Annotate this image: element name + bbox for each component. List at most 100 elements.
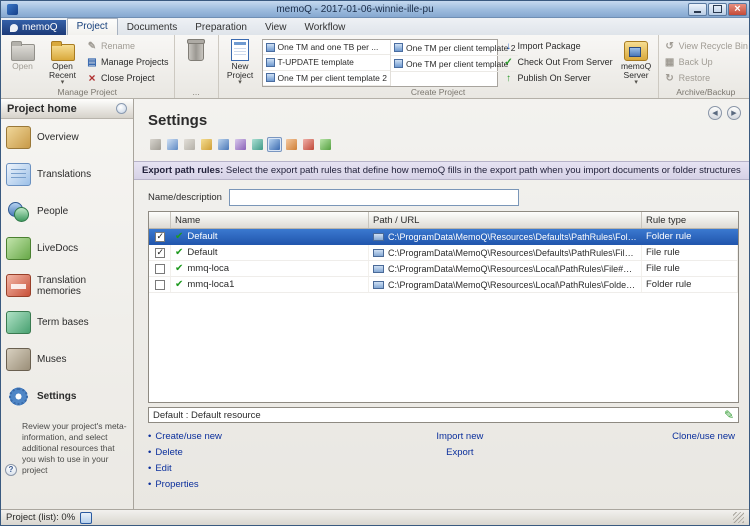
nav-back-button[interactable]: ◀ xyxy=(708,106,722,120)
table-row[interactable]: mmq-loca1 C:\ProgramData\MemoQ\Resources… xyxy=(149,277,738,293)
resource-category-icon-6[interactable] xyxy=(233,137,248,152)
pin-icon[interactable] xyxy=(116,103,127,114)
sidebar-item-people[interactable]: People xyxy=(1,193,133,230)
muses-icon xyxy=(6,348,31,371)
header-checkbox-column[interactable] xyxy=(149,212,171,228)
page-title: Settings xyxy=(148,112,749,129)
back-up-button[interactable]: Back Up xyxy=(662,55,750,69)
sidebar-item-livedocs[interactable]: LiveDocs xyxy=(1,230,133,267)
sidebar-item-settings[interactable]: Settings xyxy=(1,378,133,415)
tab-workflow[interactable]: Workflow xyxy=(295,20,354,35)
resource-category-icon-4[interactable] xyxy=(199,137,214,152)
table-row[interactable]: Default C:\ProgramData\MemoQ\Resources\D… xyxy=(149,229,738,245)
header-name[interactable]: Name xyxy=(171,212,369,228)
sidebar-item-term-bases[interactable]: Term bases xyxy=(1,304,133,341)
memoq-app-icon xyxy=(7,4,18,15)
valid-resource-icon xyxy=(175,231,187,242)
maximize-button[interactable] xyxy=(708,3,727,16)
minimize-button[interactable] xyxy=(688,3,707,16)
close-button[interactable] xyxy=(728,3,747,16)
name-description-filter-input[interactable] xyxy=(229,189,519,206)
project-template-list: One TM and one TB per ... T-UPDATE templ… xyxy=(262,39,498,87)
import-package-button[interactable]: Import Package xyxy=(501,39,615,53)
edit-link[interactable]: Edit xyxy=(148,463,368,474)
valid-resource-icon xyxy=(175,263,187,274)
nav-forward-button[interactable]: ▶ xyxy=(727,106,741,120)
titlebar: memoQ - 2017-01-06-winnie-ille-pu xyxy=(1,1,749,18)
manage-projects-button[interactable]: Manage Projects xyxy=(84,55,171,69)
sidebar-item-translations[interactable]: Translations xyxy=(1,156,133,193)
header-rule-type[interactable]: Rule type xyxy=(642,212,738,228)
restore-button[interactable]: Restore xyxy=(662,71,750,85)
tab-project[interactable]: Project xyxy=(67,18,118,35)
translations-icon xyxy=(6,163,31,186)
new-project-button[interactable]: New Project xyxy=(222,36,259,87)
row-checkbox[interactable] xyxy=(155,248,165,258)
resource-category-icon-9[interactable] xyxy=(284,137,299,152)
language-terminal-icon[interactable] xyxy=(80,512,92,524)
header-path-url[interactable]: Path / URL xyxy=(369,212,642,228)
template-item[interactable]: One TM per client template 2 xyxy=(391,40,518,56)
memoq-server-button[interactable]: memoQ Server xyxy=(618,36,655,87)
export-link[interactable]: Export xyxy=(446,447,473,458)
row-checkbox[interactable] xyxy=(155,232,165,242)
tab-documents[interactable]: Documents xyxy=(118,20,187,35)
close-project-button[interactable]: Close Project xyxy=(84,71,171,85)
table-row[interactable]: mmq-loca C:\ProgramData\MemoQ\Resources\… xyxy=(149,261,738,277)
check-out-icon xyxy=(503,56,515,68)
tab-preparation[interactable]: Preparation xyxy=(186,20,256,35)
recycle-bin-icon xyxy=(664,40,676,52)
resource-category-icon-7[interactable] xyxy=(250,137,265,152)
main-area: Project home Overview Translations Peopl… xyxy=(1,99,749,509)
memoq-logo-icon xyxy=(10,24,18,32)
open-button[interactable]: Open xyxy=(4,36,41,87)
resource-category-icon-1[interactable] xyxy=(148,137,163,152)
resource-category-icon-export-path-rules[interactable] xyxy=(267,137,282,152)
row-checkbox[interactable] xyxy=(155,264,165,274)
group-trash: ... xyxy=(175,35,219,98)
resource-category-icon-10[interactable] xyxy=(301,137,316,152)
resource-category-icon-5[interactable] xyxy=(216,137,231,152)
sidebar-item-muses[interactable]: Muses xyxy=(1,341,133,378)
help-icon[interactable]: ? xyxy=(5,464,17,476)
filter-row: Name/description xyxy=(148,189,749,206)
import-new-link[interactable]: Import new xyxy=(436,431,483,442)
translation-memories-icon xyxy=(6,274,31,297)
rename-button[interactable]: Rename xyxy=(84,39,171,53)
local-resource-icon xyxy=(373,281,384,289)
import-package-icon xyxy=(503,40,515,52)
resource-category-icon-2[interactable] xyxy=(165,137,180,152)
template-item[interactable]: One TM and one TB per ... xyxy=(263,40,390,55)
template-icon xyxy=(266,73,275,82)
view-recycle-bin-button[interactable]: View Recycle Bin xyxy=(662,39,750,53)
check-out-from-server-button[interactable]: Check Out From Server xyxy=(501,55,615,69)
tab-view[interactable]: View xyxy=(256,20,296,35)
template-icon xyxy=(394,59,403,68)
trash-icon xyxy=(188,42,204,61)
template-item[interactable]: T-UPDATE template xyxy=(263,55,390,70)
template-item[interactable]: One TM per client template xyxy=(391,56,518,72)
template-item[interactable]: One TM per client template 2 xyxy=(263,71,390,86)
ribbon: Open Open Recent Rename Manage Projects xyxy=(1,35,749,99)
tab-memoq[interactable]: memoQ xyxy=(2,20,66,35)
status-bar: Project (list): 0% xyxy=(1,509,749,525)
project-home-sidebar: Project home Overview Translations Peopl… xyxy=(1,99,134,509)
resize-grip[interactable] xyxy=(733,512,744,523)
back-up-icon xyxy=(664,56,676,68)
sidebar-item-overview[interactable]: Overview xyxy=(1,119,133,156)
edit-description-icon[interactable] xyxy=(724,408,734,422)
properties-link[interactable]: Properties xyxy=(148,479,368,490)
open-folder-icon xyxy=(11,44,35,61)
create-use-new-link[interactable]: Create/use new xyxy=(148,431,368,442)
move-to-recycle-bin-button[interactable] xyxy=(178,36,215,87)
row-checkbox[interactable] xyxy=(155,280,165,290)
table-row[interactable]: Default C:\ProgramData\MemoQ\Resources\D… xyxy=(149,245,738,261)
resource-category-icon-3[interactable] xyxy=(182,137,197,152)
publish-on-server-button[interactable]: Publish On Server xyxy=(501,71,615,85)
delete-link[interactable]: Delete xyxy=(148,447,368,458)
clone-use-new-link[interactable]: Clone/use new xyxy=(672,431,735,442)
resource-category-icon-11[interactable] xyxy=(318,137,333,152)
template-icon xyxy=(394,43,403,52)
sidebar-item-translation-memories[interactable]: Translation memories xyxy=(1,267,133,304)
open-recent-button[interactable]: Open Recent xyxy=(44,36,81,87)
